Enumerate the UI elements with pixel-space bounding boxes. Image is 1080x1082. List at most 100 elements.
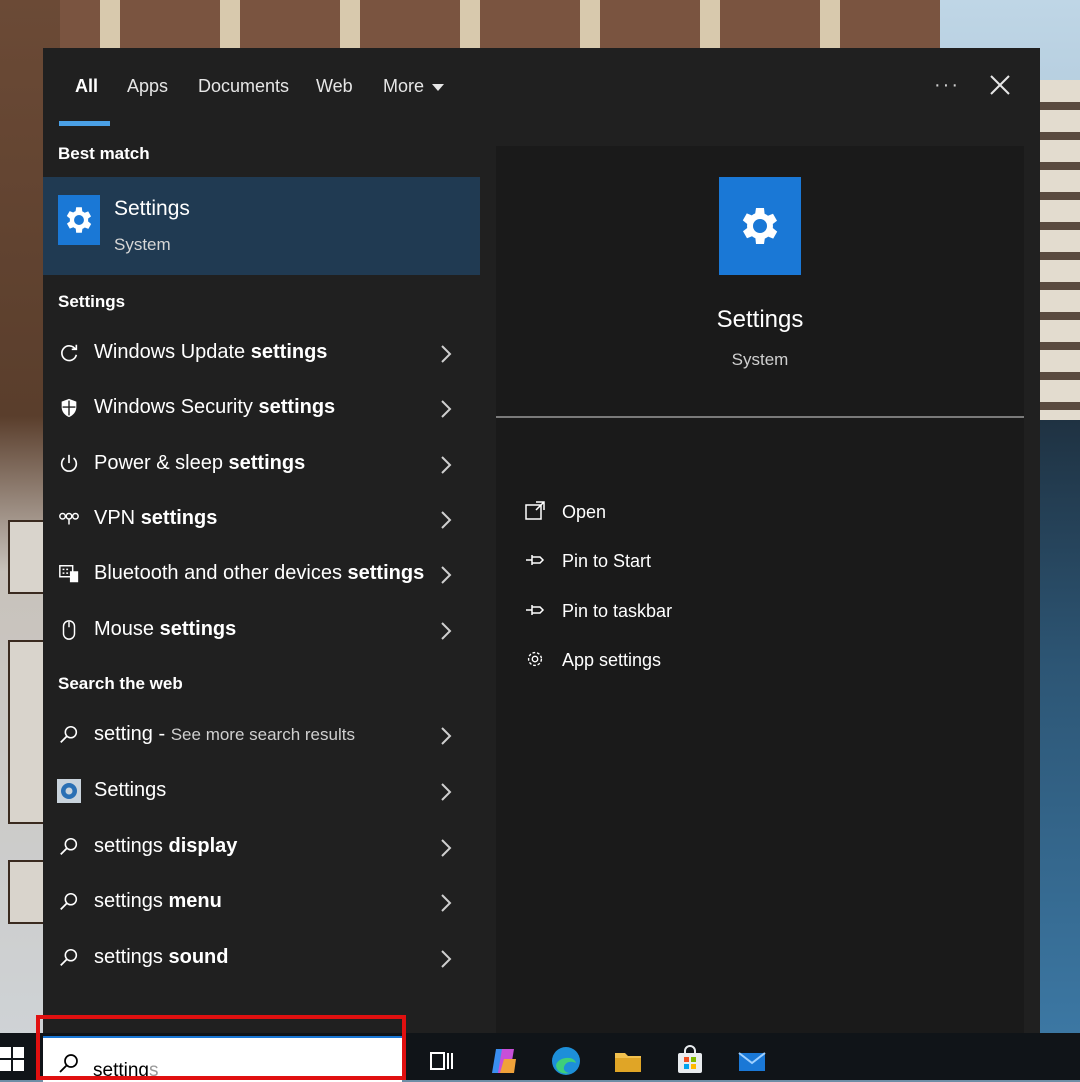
result-subtext: See more search results [170,725,355,744]
wallpaper-buildings-top [60,0,940,48]
chevron-right-icon [441,511,452,529]
action-pin-to-taskbar[interactable]: Pin to taskbar [524,595,924,631]
result-windows-security-settings[interactable]: Windows Security settings [43,382,480,436]
action-pin-to-start[interactable]: Pin to Start [524,545,924,581]
gear-icon [58,195,100,245]
result-text: setting [94,723,153,745]
search-panel: All Apps Documents Web More ··· Best mat… [43,48,1040,1033]
file-explorer-icon[interactable] [612,1045,644,1077]
web-result-settings-menu[interactable]: settings menu [43,876,480,930]
result-label: Windows Update settings [94,341,327,364]
search-icon [57,890,81,914]
web-result-settings-app[interactable]: Settings [43,765,480,819]
chevron-right-icon [441,345,452,363]
settings-app-icon [57,779,81,803]
tab-documents[interactable]: Documents [198,76,289,97]
result-text: Windows Update [94,341,251,363]
result-label: Power & sleep settings [94,452,305,475]
preview-title: Settings [716,306,804,333]
search-icon [57,723,81,747]
result-bold: sound [168,946,229,968]
result-text: settings [94,890,169,912]
result-text: Power & sleep [94,452,229,474]
result-label: setting - See more search results [94,723,355,746]
section-best-match: Best match [58,144,150,163]
close-icon[interactable] [987,72,1013,98]
best-match-settings[interactable]: Settings System [43,177,480,275]
result-label: VPN settings [94,507,217,530]
chevron-right-icon [441,894,452,912]
search-query: settings [93,1060,158,1082]
wallpaper-building-right [1038,80,1080,420]
action-app-settings[interactable]: App settings [524,644,924,680]
preview-pane: Settings System Open Pin to Start Pin to… [496,146,1024,1033]
search-icon [57,835,81,859]
tab-more[interactable]: More [383,76,445,97]
action-label: Pin to Start [562,551,652,571]
gear-icon [719,177,801,275]
result-bold: menu [168,890,222,912]
result-label: Mouse settings [94,618,236,641]
result-text: settings [94,946,169,968]
preview-divider [496,416,1024,418]
result-label: Settings [94,779,166,802]
action-label: Pin to taskbar [562,601,673,621]
chevron-right-icon [441,456,452,474]
result-bold: settings [228,452,306,474]
tab-web[interactable]: Web [316,76,353,97]
chevron-right-icon [441,950,452,968]
result-label: settings sound [94,946,228,969]
chevron-right-icon [441,566,452,584]
web-result-settings-display[interactable]: settings display [43,821,480,875]
section-search-web: Search the web [58,674,183,693]
caret-down-icon [432,83,445,91]
result-bluetooth-devices-settings[interactable]: Bluetooth and other devices settings [43,548,480,602]
web-result-settings-sound[interactable]: settings sound [43,932,480,986]
chevron-right-icon [441,400,452,418]
result-power-sleep-settings[interactable]: Power & sleep settings [43,438,480,492]
search-typed-text: setting [93,1060,149,1081]
tab-all[interactable]: All [75,76,98,97]
results-list: Best match Settings System Settings Wind… [43,128,480,1033]
search-icon [59,1054,78,1073]
action-open[interactable]: Open [524,496,924,532]
result-text: settings [94,835,169,857]
edge-icon[interactable] [550,1045,582,1077]
section-settings: Settings [58,292,126,311]
chevron-right-icon [441,783,452,801]
task-view-icon[interactable] [426,1045,458,1077]
result-bold: settings [258,396,336,418]
tab-more-label: More [383,76,425,96]
result-vpn-settings[interactable]: VPN settings [43,493,480,547]
windows-start-icon[interactable] [0,1047,24,1071]
result-bold: display [168,835,238,857]
result-mouse-settings[interactable]: Mouse settings [43,604,480,658]
result-label: Bluetooth and other devices settings [94,562,424,585]
taskbar-search-input[interactable]: settings [43,1036,402,1082]
pin-icon [526,555,545,565]
preview-subtitle: System [731,350,789,369]
web-result-setting[interactable]: setting - See more search results [43,709,480,763]
chevron-right-icon [441,727,452,745]
result-text: Settings [94,779,167,801]
chevron-right-icon [441,622,452,640]
chevron-right-icon [441,839,452,857]
mail-icon[interactable] [736,1045,768,1077]
pin-icon [526,605,545,615]
search-autocomplete-text: s [148,1060,159,1081]
result-bold: settings [159,618,237,640]
search-tabs: All Apps Documents Web More ··· [43,48,1040,128]
tab-apps[interactable]: Apps [127,76,168,97]
result-bold: settings [347,562,425,584]
mouse-icon [57,618,81,642]
microsoft-store-icon[interactable] [674,1045,706,1077]
result-text: Bluetooth and other devices [94,562,348,584]
copilot-icon[interactable] [488,1045,520,1077]
devices-icon [57,562,81,586]
wallpaper-canal [1038,420,1080,1040]
result-windows-update-settings[interactable]: Windows Update settings [43,327,480,381]
result-text: Mouse [94,618,160,640]
result-text: Windows Security [94,396,259,418]
result-text: VPN [94,507,141,529]
more-options-icon[interactable]: ··· [934,74,960,97]
